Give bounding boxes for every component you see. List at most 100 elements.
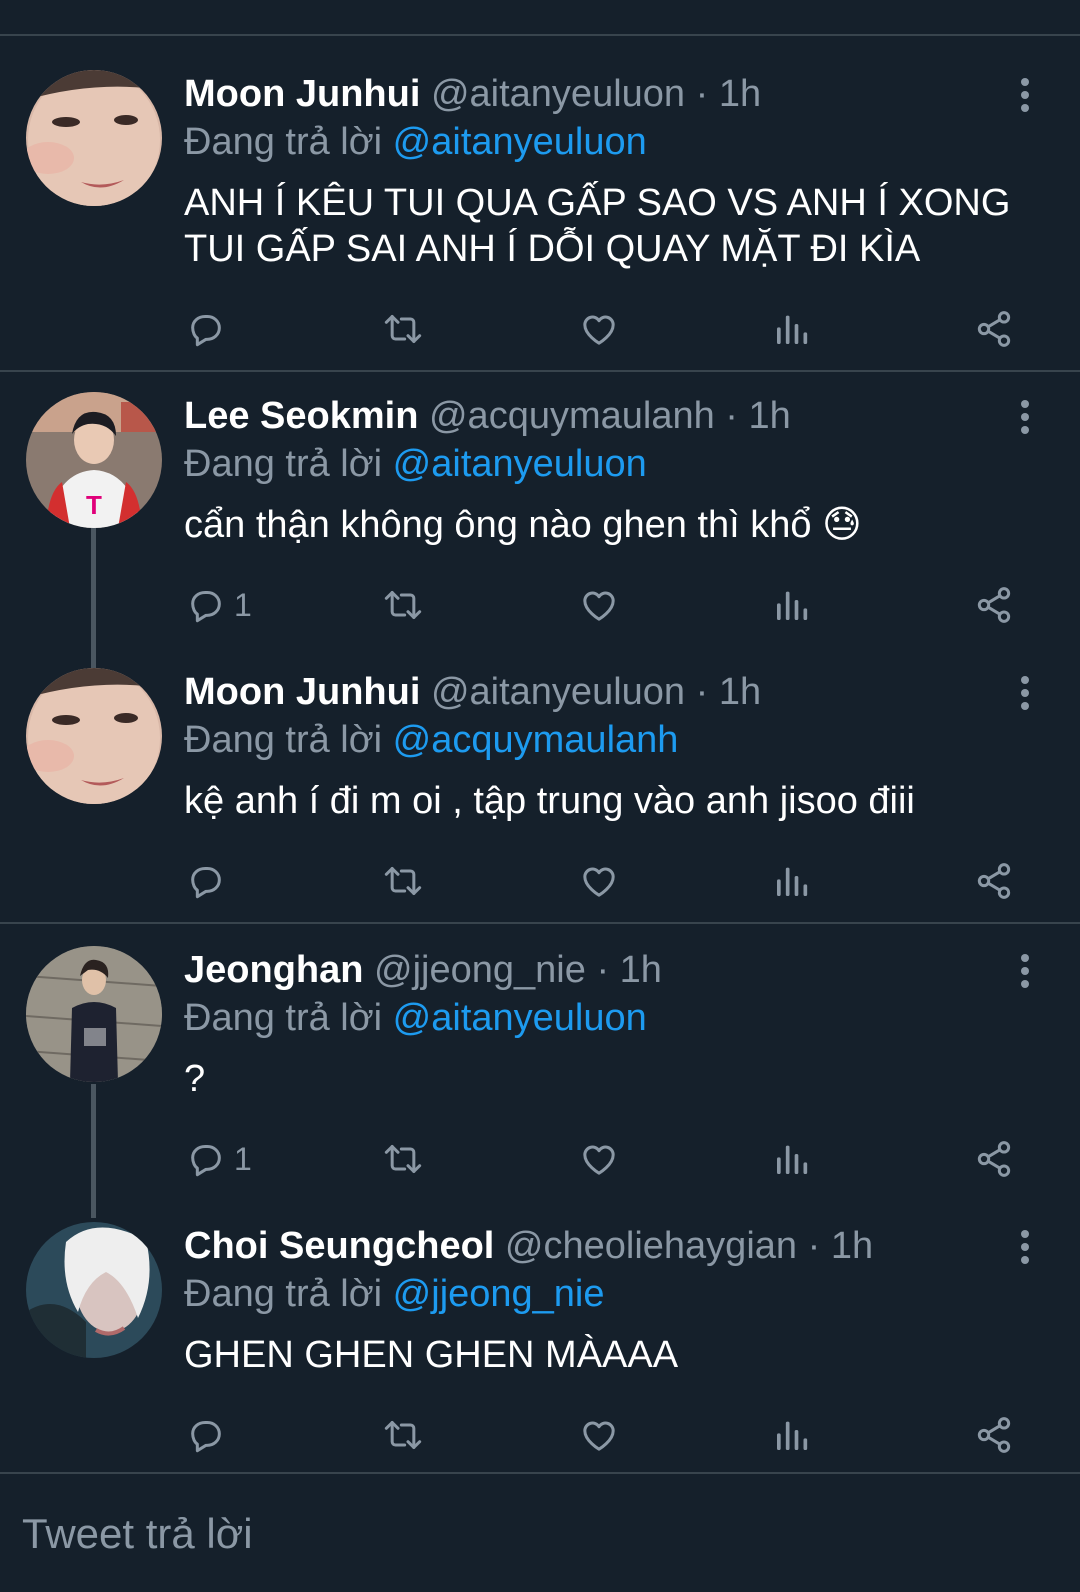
reply-icon [191, 591, 221, 623]
avatar[interactable] [26, 668, 162, 804]
like-icon [583, 315, 615, 345]
retweet-button[interactable] [380, 306, 426, 352]
tweet[interactable]: T Lee Seokmin @acquymaulanh · 1h Đang tr… [0, 392, 1080, 668]
author-handle[interactable]: @aitanyeuluon [431, 73, 685, 115]
reply-mention[interactable]: @acquymaulanh [393, 719, 679, 761]
tweet-text: ? [184, 1058, 206, 1100]
tweet-header: Moon Junhui @aitanyeuluon · 1h [184, 72, 761, 116]
timestamp[interactable]: 1h [620, 949, 662, 991]
reply-prefix: Đang trả lời [184, 121, 383, 163]
reply-prefix: Đang trả lời [184, 443, 383, 485]
tweet-actions [184, 858, 1034, 904]
views-icon [777, 591, 808, 620]
separator-dot: · [807, 1225, 821, 1267]
avatar[interactable]: T [26, 392, 162, 528]
share-icon [977, 1141, 1011, 1177]
author-name[interactable]: Moon Junhui [184, 671, 420, 713]
replying-to: Đang trả lời @acquymaulanh [184, 718, 678, 762]
reply-composer-input[interactable]: Tweet trả lời [22, 1510, 253, 1558]
tweet[interactable]: Moon Junhui @aitanyeuluon · 1h Đang trả … [0, 668, 1080, 924]
reply-mention[interactable]: @jjeong_nie [393, 1273, 605, 1315]
timestamp[interactable]: 1h [831, 1225, 873, 1267]
tweet[interactable]: Jeonghan @jjeong_nie · 1h Đang trả lời @… [0, 946, 1080, 1218]
more-icon[interactable] [1012, 954, 1038, 994]
views-icon [777, 315, 808, 344]
views-button[interactable] [772, 306, 812, 352]
reply-mention[interactable]: @aitanyeuluon [393, 121, 647, 163]
tweet-header: Lee Seokmin @acquymaulanh · 1h [184, 394, 791, 438]
reply-button[interactable]: 1 [186, 582, 252, 628]
timestamp[interactable]: 1h [719, 73, 761, 115]
reply-button[interactable] [186, 858, 234, 904]
author-name[interactable]: Lee Seokmin [184, 395, 418, 437]
reply-mention[interactable]: @aitanyeuluon [393, 997, 647, 1039]
divider [0, 370, 1080, 372]
like-button[interactable] [578, 1136, 620, 1182]
avatar[interactable] [26, 1222, 162, 1358]
tweet-header: Choi Seungcheol @cheoliehaygian · 1h [184, 1224, 873, 1268]
more-icon[interactable] [1012, 78, 1038, 118]
tweet[interactable]: Moon Junhui @aitanyeuluon · 1h Đang trả … [0, 70, 1080, 370]
avatar[interactable] [26, 70, 162, 206]
more-icon[interactable] [1012, 400, 1038, 440]
tweet-header: Jeonghan @jjeong_nie · 1h [184, 948, 662, 992]
reply-button[interactable] [186, 1412, 234, 1458]
author-handle[interactable]: @acquymaulanh [429, 395, 715, 437]
reply-button[interactable] [186, 306, 234, 352]
replying-to: Đang trả lời @aitanyeuluon [184, 996, 647, 1040]
share-icon [977, 1417, 1011, 1453]
author-handle[interactable]: @aitanyeuluon [431, 671, 685, 713]
author-name[interactable]: Choi Seungcheol [184, 1225, 494, 1267]
views-button[interactable] [772, 858, 812, 904]
share-button[interactable] [974, 858, 1014, 904]
views-button[interactable] [772, 1412, 812, 1458]
like-button[interactable] [578, 1412, 620, 1458]
divider [0, 922, 1080, 924]
reply-count: 1 [234, 586, 252, 623]
svg-text:T: T [86, 490, 102, 520]
retweet-icon [384, 1145, 422, 1173]
like-button[interactable] [578, 306, 620, 352]
share-button[interactable] [974, 1412, 1014, 1458]
reply-prefix: Đang trả lời [184, 1273, 383, 1315]
like-icon [583, 1145, 615, 1175]
share-button[interactable] [974, 582, 1014, 628]
share-button[interactable] [974, 1136, 1014, 1182]
retweet-icon [384, 1421, 422, 1449]
retweet-button[interactable] [380, 582, 426, 628]
author-name[interactable]: Moon Junhui [184, 73, 420, 115]
like-button[interactable] [578, 582, 620, 628]
tweet-text: ANH Í KÊU TUI QUA GẤP SAO VS ANH Í XONG … [184, 182, 1011, 270]
views-button[interactable] [772, 1136, 812, 1182]
replying-to: Đang trả lời @aitanyeuluon [184, 442, 647, 486]
timestamp[interactable]: 1h [749, 395, 791, 437]
author-handle[interactable]: @cheoliehaygian [505, 1225, 797, 1267]
more-icon[interactable] [1012, 1230, 1038, 1270]
retweet-icon [384, 591, 422, 619]
tweet[interactable]: Choi Seungcheol @cheoliehaygian · 1h Đan… [0, 1222, 1080, 1472]
reply-button[interactable]: 1 [186, 1136, 252, 1182]
retweet-button[interactable] [380, 858, 426, 904]
retweet-button[interactable] [380, 1136, 426, 1182]
reply-count: 1 [234, 1140, 252, 1177]
tweet-actions: 1 [184, 1136, 1034, 1182]
tweet-header: Moon Junhui @aitanyeuluon · 1h [184, 670, 761, 714]
reply-icon [191, 1421, 221, 1453]
tweet-actions [184, 1412, 1034, 1458]
reply-prefix: Đang trả lời [184, 719, 383, 761]
share-button[interactable] [974, 306, 1014, 352]
avatar[interactable] [26, 946, 162, 1082]
author-name[interactable]: Jeonghan [184, 949, 363, 991]
replying-to: Đang trả lời @aitanyeuluon [184, 120, 647, 164]
like-button[interactable] [578, 858, 620, 904]
reply-mention[interactable]: @aitanyeuluon [393, 443, 647, 485]
timestamp[interactable]: 1h [719, 671, 761, 713]
views-button[interactable] [772, 582, 812, 628]
reply-icon [191, 867, 221, 899]
share-icon [977, 311, 1011, 347]
more-icon[interactable] [1012, 676, 1038, 716]
retweet-button[interactable] [380, 1412, 426, 1458]
author-handle[interactable]: @jjeong_nie [374, 949, 586, 991]
reply-icon [191, 315, 221, 347]
views-icon [777, 1145, 808, 1174]
